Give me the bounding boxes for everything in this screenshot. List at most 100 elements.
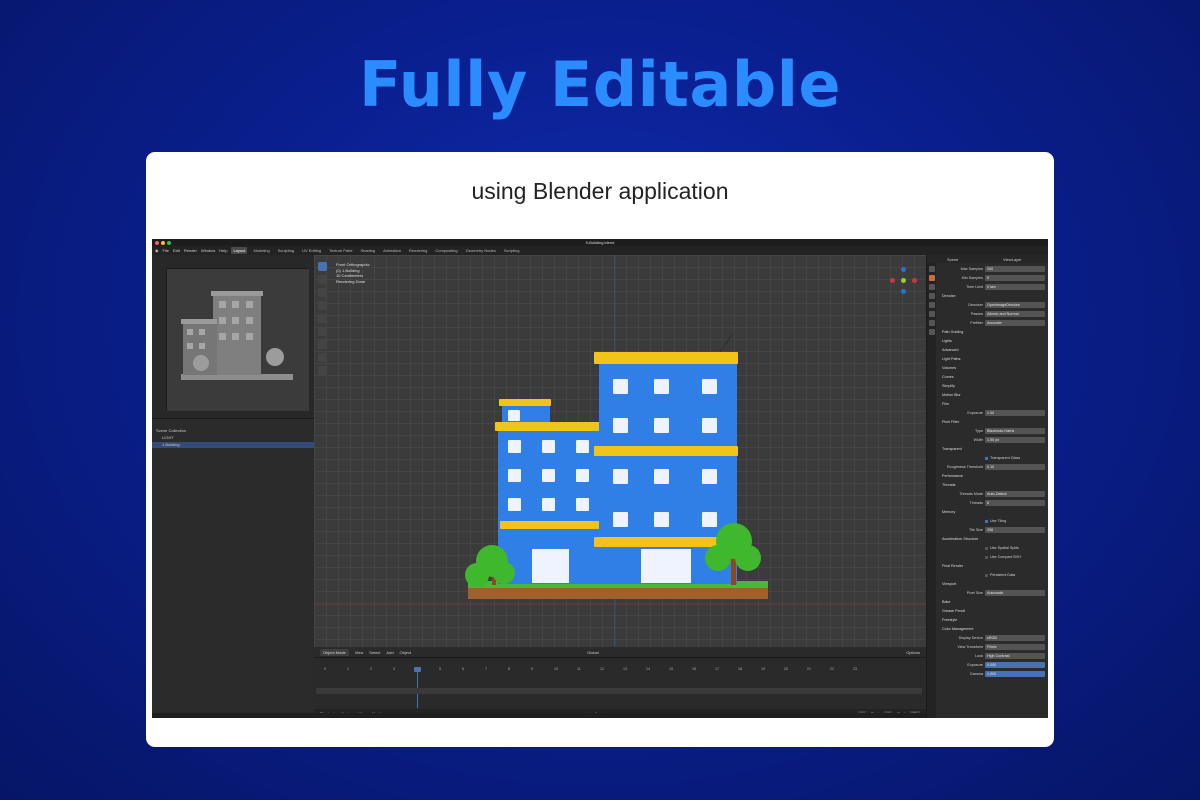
property-value-field[interactable]: Auto-Detect [985, 491, 1045, 497]
property-value-field[interactable]: 0 [985, 275, 1045, 281]
panel-section-label: Transparent [942, 447, 962, 451]
outliner-scene-collection[interactable]: Scene Collection [156, 428, 186, 434]
panel-section-memory[interactable]: Memory [939, 508, 1047, 517]
panel-section-curves[interactable]: Curves [939, 373, 1047, 382]
panel-section-simplify[interactable]: Simplify [939, 382, 1047, 391]
render-tab-icon[interactable] [928, 275, 935, 281]
workspace-tab-uv-editing[interactable]: UV Editing [300, 247, 323, 254]
timeline-frame-number: 7 [485, 667, 487, 671]
property-value-field[interactable]: 1.50 px [985, 437, 1045, 443]
workspace-tab-compositing[interactable]: Compositing [433, 247, 459, 254]
collection-tab-icon[interactable] [928, 320, 935, 326]
property-value-field[interactable]: 0 sec [985, 284, 1045, 290]
viewport-menu-add[interactable]: Add [386, 650, 393, 655]
menu-render[interactable]: Render [184, 248, 197, 253]
property-row: Roughness Threshold 0.10 [939, 463, 1047, 472]
3d-viewport[interactable]: Front Orthographic (0) 1.Building 10 Cen… [314, 255, 926, 657]
scene-selector[interactable]: Scene [947, 257, 958, 262]
menu-edit[interactable]: Edit [173, 248, 180, 253]
property-value-field[interactable]: High Contrast [985, 653, 1045, 659]
property-checkbox[interactable]: Transparent Glass [985, 456, 1020, 460]
workspace-tab-geometry-nodes[interactable]: Geometry Nodes [464, 247, 498, 254]
menu-file[interactable]: File [163, 248, 169, 253]
viewport-menu-select[interactable]: Select [369, 650, 380, 655]
panel-section-threads[interactable]: Threads [939, 481, 1047, 490]
viewport-menu-object[interactable]: Object [400, 650, 412, 655]
property-checkbox[interactable]: Use Tiling [985, 519, 1006, 523]
property-value-field[interactable]: sRGB [985, 635, 1045, 641]
property-value-field[interactable]: Blackman-Harris [985, 428, 1045, 434]
title-bar: 9-Building.blend [152, 239, 1048, 246]
timeline-frame-number: 20 [784, 667, 788, 671]
property-value-field[interactable]: 0.000 [985, 662, 1045, 668]
panel-section-grease-pencil[interactable]: Grease Pencil [939, 607, 1047, 616]
screenshot-card: using Blender application 9-Building.ble… [146, 152, 1054, 747]
panel-section-viewport[interactable]: Viewport [939, 580, 1047, 589]
panel-section-advanced[interactable]: Advanced [939, 346, 1047, 355]
scene-tab-icon[interactable] [928, 302, 935, 308]
property-label: View Transform [957, 645, 983, 649]
panel-section-denoise[interactable]: Denoise [939, 292, 1047, 301]
panel-section-color-management[interactable]: Color Management [939, 625, 1047, 634]
property-value-field[interactable]: 200 [985, 266, 1045, 272]
property-checkbox[interactable]: Use Spatial Splits [985, 546, 1019, 550]
object-mode-dropdown[interactable]: Object Mode [320, 648, 349, 656]
property-value-field[interactable]: Accurate [985, 320, 1045, 326]
outliner-item-light[interactable]: LIGHT [162, 435, 174, 441]
property-value-field[interactable]: 256 [985, 527, 1045, 533]
property-checkbox[interactable]: Use Compact BVH [985, 555, 1021, 559]
viewport-menu-view[interactable]: View [355, 650, 364, 655]
outliner-item-building[interactable]: 1.Building [152, 442, 314, 448]
menu-window[interactable]: Window [201, 248, 215, 253]
view-layer-selector[interactable]: ViewLayer [1003, 257, 1022, 262]
workspace-tab-modeling[interactable]: Modeling [251, 247, 271, 254]
property-value-field[interactable]: 8 [985, 500, 1045, 506]
workspace-tab-sculpting[interactable]: Sculpting [276, 247, 296, 254]
property-value-field[interactable]: Filmic [985, 644, 1045, 650]
output-tab-icon[interactable] [928, 284, 935, 290]
panel-section-lights[interactable]: Lights [939, 337, 1047, 346]
world-tab-icon[interactable] [928, 311, 935, 317]
panel-section-volumes[interactable]: Volumes [939, 364, 1047, 373]
property-value-field[interactable]: Albedo and Normal [985, 311, 1045, 317]
panel-section-transparent[interactable]: Transparent [939, 445, 1047, 454]
timeline-frame-number: 19 [761, 667, 765, 671]
properties-tabs [927, 263, 936, 718]
property-row: Pixel Size Automatic [939, 589, 1047, 598]
workspace-tab-scripting[interactable]: Scripting [502, 247, 522, 254]
property-row: Gamma 1.000 [939, 670, 1047, 679]
workspace-tab-layout[interactable]: Layout [231, 247, 248, 254]
menu-help[interactable]: Help [219, 248, 227, 253]
panel-section-path-guiding[interactable]: Path Guiding [939, 328, 1047, 337]
panel-section-performance[interactable]: Performance [939, 472, 1047, 481]
panel-section-freestyle[interactable]: Freestyle [939, 616, 1047, 625]
transform-orientation-dropdown[interactable]: Global [587, 650, 599, 655]
workspace-tab-texture-paint[interactable]: Texture Paint [327, 247, 354, 254]
property-row: Threads Mode Auto-Detect [939, 490, 1047, 499]
property-row: Max Samples 200 [939, 265, 1047, 274]
panel-section-pixel-filter[interactable]: Pixel Filter [939, 418, 1047, 427]
property-value-field[interactable]: OpenImageDenoise [985, 302, 1045, 308]
options-dropdown[interactable]: Options [906, 650, 920, 655]
view-layer-tab-icon[interactable] [928, 293, 935, 299]
property-value-field[interactable]: Automatic [985, 590, 1045, 596]
timeline-frame-number: 23 [853, 667, 857, 671]
property-checkbox[interactable]: Persistent Data [985, 573, 1015, 577]
property-value-field[interactable]: 0.10 [985, 464, 1045, 470]
panel-section-bake[interactable]: Bake [939, 598, 1047, 607]
workspace-tab-rendering[interactable]: Rendering [407, 247, 429, 254]
panel-section-label: Performance [942, 474, 964, 478]
panel-section-acceleration-structure[interactable]: Acceleration Structure [939, 535, 1047, 544]
panel-section-label: Motion Blur [942, 393, 961, 397]
property-value-field[interactable]: 1.000 [985, 671, 1045, 677]
blender-logo-icon[interactable]: ◉ [155, 248, 159, 253]
panel-section-motion-blur[interactable]: Motion Blur [939, 391, 1047, 400]
panel-section-final-render[interactable]: Final Render [939, 562, 1047, 571]
texture-tab-icon[interactable] [928, 329, 935, 335]
panel-section-light-paths[interactable]: Light Paths [939, 355, 1047, 364]
workspace-tab-shading[interactable]: Shading [358, 247, 377, 254]
panel-section-film[interactable]: Film [939, 400, 1047, 409]
tool-tab-icon[interactable] [928, 266, 935, 272]
property-value-field[interactable]: 1.00 [985, 410, 1045, 416]
workspace-tab-animation[interactable]: Animation [381, 247, 403, 254]
